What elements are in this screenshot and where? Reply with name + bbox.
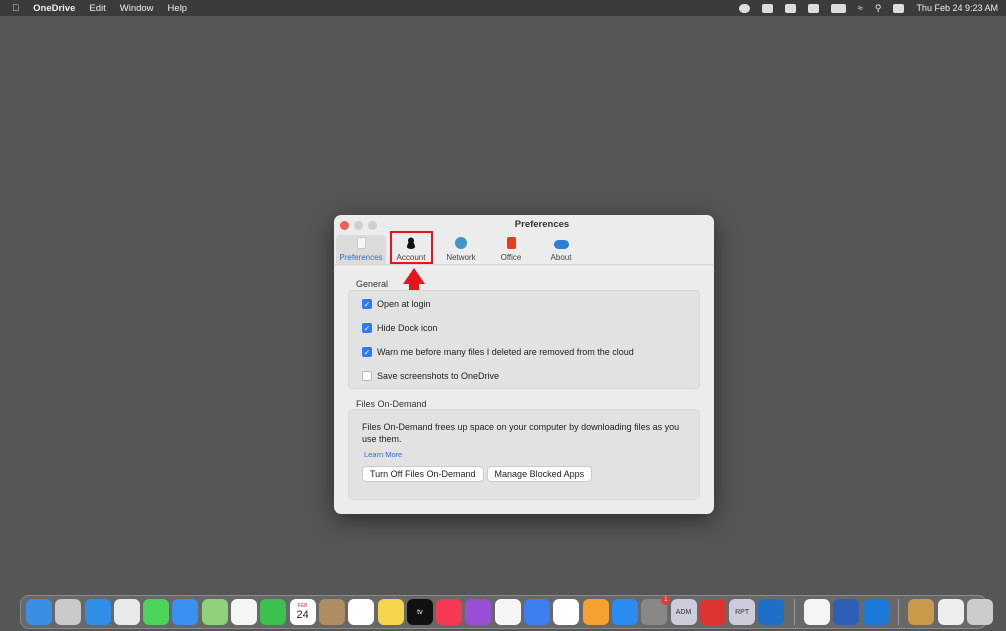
dock-messages-icon[interactable] xyxy=(143,599,170,625)
dock-pages-icon[interactable] xyxy=(582,599,609,625)
option-hide-dock-icon[interactable]: ✓ Hide Dock icon xyxy=(349,316,699,340)
dock-word-icon[interactable] xyxy=(833,599,860,625)
manage-blocked-apps-button[interactable]: Manage Blocked Apps xyxy=(486,466,593,482)
dock-launchpad-icon[interactable] xyxy=(55,599,82,625)
checkbox-checked[interactable]: ✓ xyxy=(362,323,372,333)
dock-icon-label: 24 xyxy=(296,609,309,621)
fod-heading: Files On-Demand xyxy=(356,399,427,409)
battery-icon[interactable] xyxy=(830,3,846,13)
annotation-arrow-icon xyxy=(403,268,425,284)
checkbox-checked[interactable]: ✓ xyxy=(362,347,372,357)
dock-news-icon[interactable] xyxy=(494,599,521,625)
clock[interactable]: Thu Feb 24 9:23 AM xyxy=(916,3,998,13)
preferences-icon xyxy=(356,237,366,249)
preferences-window: Preferences Preferences Account Network … xyxy=(334,215,714,514)
dock-outlook-icon[interactable] xyxy=(758,599,785,625)
tab-office[interactable]: Office xyxy=(486,235,536,265)
dock-app-red-icon[interactable] xyxy=(699,599,726,625)
dock-system-preferences-icon[interactable]: 1 xyxy=(641,596,671,625)
dock-facetime-icon[interactable] xyxy=(260,599,287,625)
dock-mail-icon[interactable] xyxy=(172,599,199,625)
shield-icon[interactable] xyxy=(761,3,773,13)
option-warn-deletes[interactable]: ✓ Warn me before many files I deleted are… xyxy=(349,340,699,364)
dock-keynote-icon[interactable] xyxy=(524,599,551,625)
dock-preview-icon[interactable] xyxy=(937,599,964,625)
dock-photos-icon[interactable] xyxy=(231,599,258,625)
dock-icon-label: RPT xyxy=(735,608,750,616)
dock-calendar-icon[interactable]: FEB 24 xyxy=(289,599,316,625)
turn-off-fod-button[interactable]: Turn Off Files On-Demand xyxy=(362,466,484,482)
dock-app-store-icon[interactable] xyxy=(611,599,638,625)
dock-archive-utility-icon[interactable] xyxy=(908,599,935,625)
tab-network[interactable]: Network xyxy=(436,235,486,265)
dock-contacts-icon[interactable] xyxy=(318,599,345,625)
dock-chrome-icon[interactable] xyxy=(113,599,140,625)
annotation-highlight-box xyxy=(390,231,433,264)
dock-icon-label: tv xyxy=(417,608,423,616)
menu-bar:  OneDrive Edit Window Help ≈ ⚲ Thu Feb … xyxy=(0,0,1006,16)
apple-menu-icon[interactable]:  xyxy=(12,3,19,14)
notification-badge: 1 xyxy=(661,596,671,605)
menu-onedrive[interactable]: OneDrive xyxy=(33,3,75,14)
menu-help[interactable]: Help xyxy=(168,3,188,14)
fod-section: Files On-Demand frees up space on your c… xyxy=(348,409,700,500)
office-icon xyxy=(506,237,516,249)
window-title: Preferences xyxy=(514,219,570,230)
general-heading: General xyxy=(356,279,389,289)
dock-adm-app-icon[interactable]: ADM xyxy=(670,599,697,625)
dock-reminders-icon[interactable] xyxy=(348,599,375,625)
general-section: ✓ Open at login ✓ Hide Dock icon ✓ Warn me … xyxy=(348,290,700,389)
cloud-icon xyxy=(553,240,569,249)
search-icon[interactable]: ⚲ xyxy=(875,3,882,14)
checkbox-checked[interactable]: ✓ xyxy=(362,299,372,309)
wifi-icon[interactable]: ≈ xyxy=(858,3,863,13)
onedrive-status-icon[interactable] xyxy=(738,3,750,13)
fod-description: Files On-Demand frees up space on your c… xyxy=(362,422,680,444)
binoculars-icon[interactable] xyxy=(784,3,796,13)
dock-notes-icon[interactable] xyxy=(377,599,404,625)
dock-numbers-icon[interactable] xyxy=(553,599,580,625)
dock-podcasts-icon[interactable] xyxy=(465,599,492,625)
tab-about[interactable]: About xyxy=(536,235,586,265)
dock-slack-icon[interactable] xyxy=(804,599,831,625)
display-icon[interactable] xyxy=(807,3,819,13)
dock-finder-icon[interactable] xyxy=(26,599,52,625)
dock-trash-icon[interactable] xyxy=(966,599,993,625)
dock-divider xyxy=(793,599,795,625)
checkbox-unchecked[interactable] xyxy=(362,371,372,381)
toolbar-divider xyxy=(334,264,714,265)
globe-icon xyxy=(455,237,467,249)
dock-divider xyxy=(897,599,899,625)
dock-rpt-app-icon[interactable]: RPT xyxy=(729,599,756,625)
tab-preferences[interactable]: Preferences xyxy=(336,235,386,265)
dock-safari-icon[interactable] xyxy=(84,599,111,625)
dock-maps-icon[interactable] xyxy=(201,599,228,625)
menu-window[interactable]: Window xyxy=(120,3,154,14)
option-save-screenshots[interactable]: Save screenshots to OneDrive xyxy=(349,364,699,388)
dock: FEB 24 tv 1 ADM RPT xyxy=(20,595,993,629)
dock-icon-label: ADM xyxy=(675,608,692,616)
learn-more-link[interactable]: Learn More xyxy=(364,450,686,459)
menu-edit[interactable]: Edit xyxy=(89,3,105,14)
dock-onedrive-icon[interactable] xyxy=(862,599,889,625)
dock-tv-icon[interactable]: tv xyxy=(406,599,433,625)
dock-music-icon[interactable] xyxy=(436,599,463,625)
option-open-at-login[interactable]: ✓ Open at login xyxy=(349,292,699,316)
control-center-icon[interactable] xyxy=(893,3,905,13)
